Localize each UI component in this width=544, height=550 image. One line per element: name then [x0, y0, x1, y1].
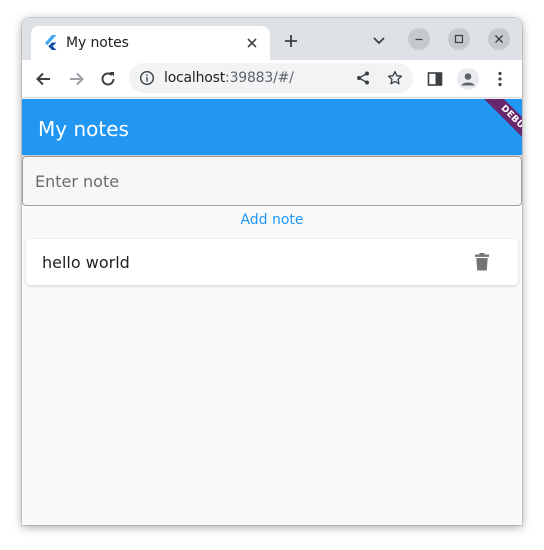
url-host: localhost: [164, 70, 226, 86]
browser-toolbar: localhost:39883/#/: [22, 60, 522, 98]
reload-icon[interactable]: [98, 69, 118, 89]
add-note-button[interactable]: Add note: [222, 209, 322, 231]
account-icon: [461, 73, 475, 86]
close-icon[interactable]: [244, 35, 260, 51]
window-close-button[interactable]: [488, 28, 510, 50]
minimize-icon: [415, 38, 423, 41]
url-path: :39883/#/: [225, 70, 294, 86]
note-input[interactable]: [23, 157, 521, 205]
maximize-icon: [454, 34, 464, 44]
info-icon[interactable]: [139, 70, 155, 86]
delete-icon[interactable]: [471, 251, 493, 273]
side-panel-icon[interactable]: [426, 70, 444, 88]
note-text: hello world: [42, 253, 130, 272]
list-item: hello world: [26, 239, 518, 285]
maximize-button[interactable]: [448, 28, 470, 50]
close-icon: [495, 35, 503, 43]
tab-strip: My notes: [22, 18, 522, 60]
profile-avatar[interactable]: [457, 68, 479, 90]
minimize-button[interactable]: [408, 28, 430, 50]
more-vert-icon[interactable]: [491, 70, 509, 88]
tab-title: My notes: [66, 35, 129, 51]
back-arrow-icon[interactable]: [34, 69, 54, 89]
chevron-down-icon[interactable]: [371, 34, 387, 48]
flutter-icon: [45, 35, 57, 50]
bookmark-star-icon[interactable]: [387, 70, 403, 86]
app-bar: My notes: [22, 99, 522, 155]
share-icon[interactable]: [355, 70, 371, 86]
forward-arrow-icon[interactable]: [66, 69, 86, 89]
new-tab-icon[interactable]: [282, 32, 300, 50]
address-bar[interactable]: localhost:39883/#/: [129, 63, 413, 93]
note-input-field[interactable]: [22, 156, 522, 206]
url-text: localhost:39883/#/: [164, 70, 294, 86]
browser-tab[interactable]: My notes: [31, 26, 270, 60]
page-title: My notes: [38, 117, 129, 141]
browser-window: My notes localhost:39883/#/ My notes DEB…: [22, 18, 522, 525]
